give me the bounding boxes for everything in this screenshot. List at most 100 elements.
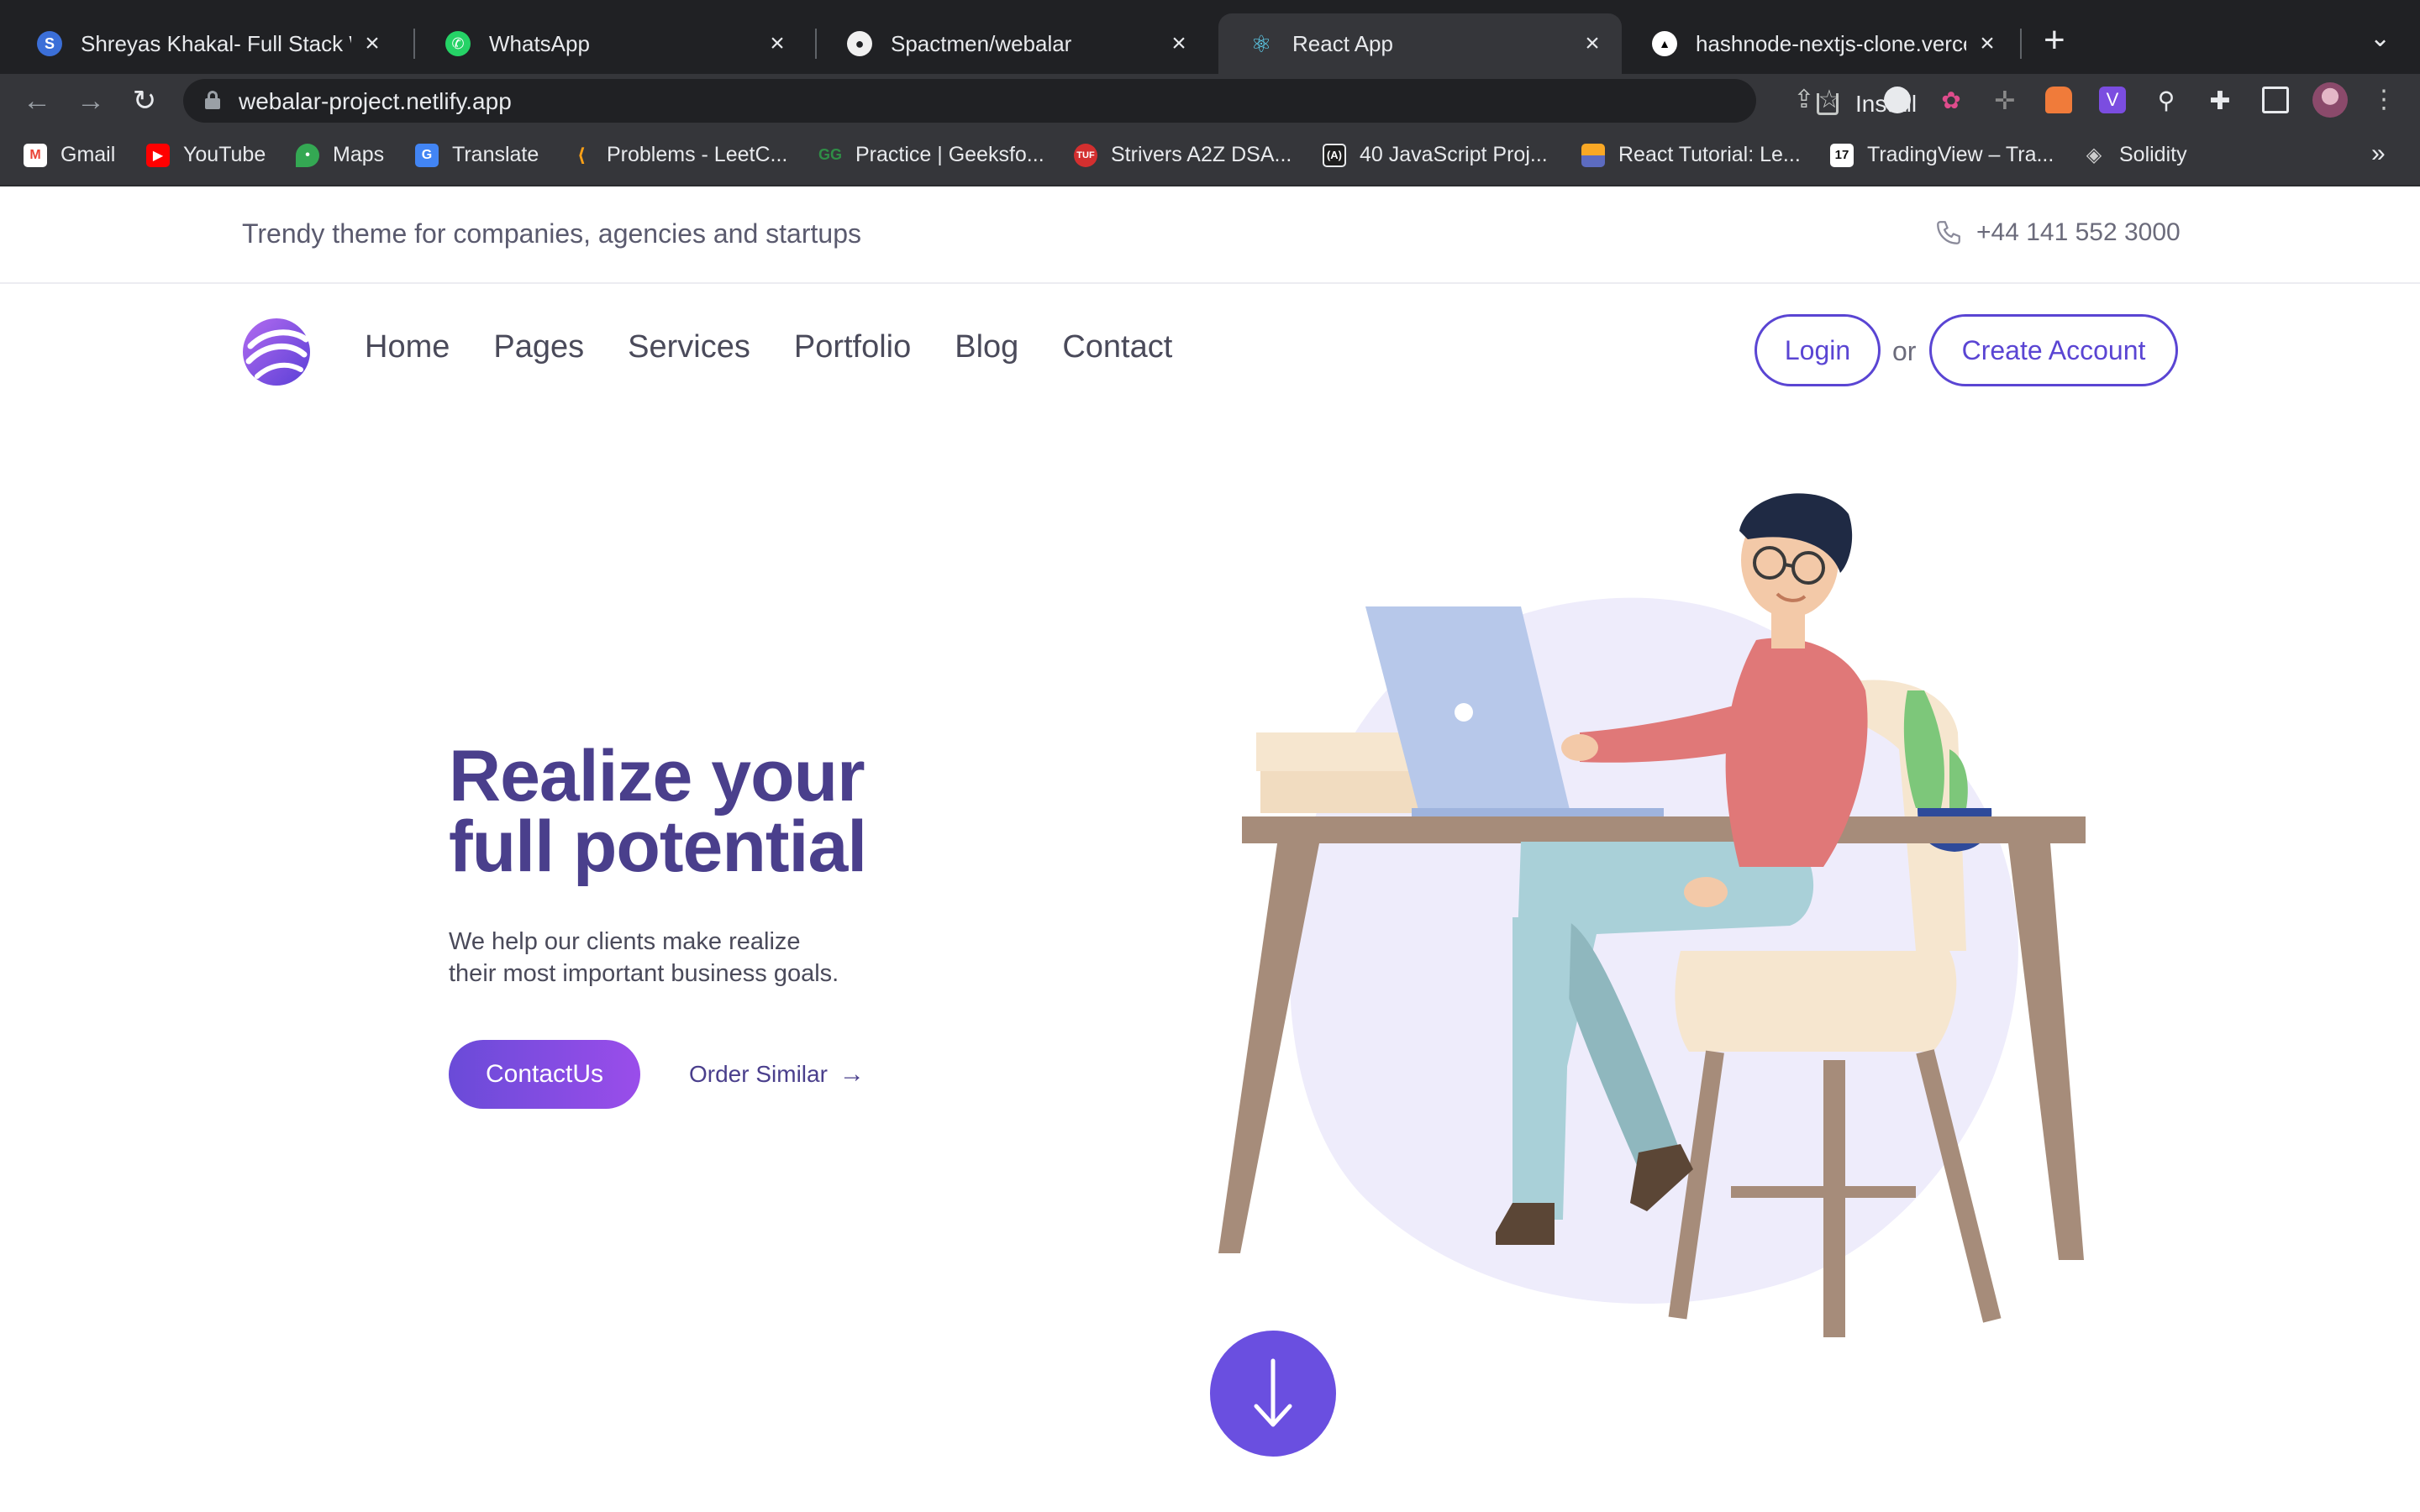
bookmark-tradingview[interactable]: 17 TradingView – Tra... xyxy=(1830,143,2054,167)
phone-contact[interactable]: +44 141 552 3000 xyxy=(1934,218,2181,247)
nav-pages[interactable]: Pages xyxy=(493,329,584,365)
bookmark-javascript-projects[interactable]: (A) 40 JavaScript Proj... xyxy=(1323,143,1548,167)
extension-cross-icon[interactable]: ✛ xyxy=(1991,87,2018,115)
translate-icon: G xyxy=(415,143,439,167)
scroll-down-button[interactable] xyxy=(1210,1331,1336,1457)
nav-home[interactable]: Home xyxy=(365,329,450,365)
phone-number: +44 141 552 3000 xyxy=(1976,218,2181,246)
address-bar[interactable]: webalar-project.netlify.app Install ⇪ xyxy=(183,79,1917,123)
bookmark-react-tutorial[interactable]: React Tutorial: Le... xyxy=(1581,143,1801,167)
tuf-icon: TUF xyxy=(1074,143,1097,167)
browser-tab-strip: S Shreyas Khakal- Full Stack Web × ✆ Wha… xyxy=(0,0,2420,74)
webpage: Trendy theme for companies, agencies and… xyxy=(0,186,2420,1512)
bookmark-maps[interactable]: • Maps xyxy=(296,143,384,167)
site-tagline: Trendy theme for companies, agencies and… xyxy=(242,218,861,249)
bookmark-label: YouTube xyxy=(183,143,266,166)
site-topbar: Trendy theme for companies, agencies and… xyxy=(0,186,2420,284)
tab-title: hashnode-nextjs-clone.vercel.a xyxy=(1696,30,1966,56)
phone-icon xyxy=(1937,221,1960,244)
bookmark-label: Problems - LeetC... xyxy=(607,143,788,166)
bookmark-youtube[interactable]: ▶ YouTube xyxy=(146,143,266,167)
tab-github[interactable]: ● Spactmen/webalar × xyxy=(817,13,1208,74)
site-logo[interactable] xyxy=(242,318,311,391)
hero-title-line: Realize your xyxy=(449,736,865,816)
bookmark-label: Translate xyxy=(452,143,539,166)
tab-whatsapp[interactable]: ✆ WhatsApp × xyxy=(415,13,807,74)
solidity-icon: ◈ xyxy=(2086,144,2102,166)
arrow-right-icon: → xyxy=(839,1060,865,1088)
gmail-icon: M xyxy=(24,143,47,167)
bookmark-label: Practice | Geeksfo... xyxy=(855,143,1044,166)
new-tab-button[interactable]: + xyxy=(2044,22,2065,59)
more-bookmarks-chevron-icon[interactable]: » xyxy=(2371,139,2386,168)
tab-title: WhatsApp xyxy=(489,30,590,56)
person-hand xyxy=(1561,734,1598,761)
nav-blog[interactable]: Blog xyxy=(955,329,1018,365)
create-account-button[interactable]: Create Account xyxy=(1929,314,2178,386)
tab-portfolio[interactable]: S Shreyas Khakal- Full Stack Web × xyxy=(7,13,402,74)
nav-services[interactable]: Services xyxy=(628,329,750,365)
share-icon[interactable]: ⇪ xyxy=(1790,86,1818,114)
desk-leg xyxy=(2008,843,2084,1260)
bookmark-label: Solidity xyxy=(2119,143,2187,166)
order-similar-link[interactable]: Order Similar → xyxy=(689,1060,865,1089)
nav-contact[interactable]: Contact xyxy=(1062,329,1172,365)
leetcode-icon: ⟨ xyxy=(576,144,587,165)
bookmark-gmail[interactable]: M Gmail xyxy=(24,143,115,167)
forward-arrow-icon[interactable]: → xyxy=(72,82,109,119)
react-icon: ⚛ xyxy=(1250,30,1272,57)
youtube-icon: ▶ xyxy=(146,143,170,167)
tab-separator xyxy=(2020,29,2022,59)
url-text[interactable]: webalar-project.netlify.app xyxy=(239,88,512,115)
arrow-down-icon xyxy=(1254,1358,1292,1427)
tab-title: Spactmen/webalar xyxy=(891,30,1072,56)
tab-react-app[interactable]: ⚛ React App × xyxy=(1218,13,1622,74)
extensions-puzzle-icon[interactable]: ✚ xyxy=(2207,87,2233,115)
vercel-icon: ▲ xyxy=(1652,31,1677,56)
geeksforgeeks-icon: GG xyxy=(818,146,843,163)
close-icon[interactable]: × xyxy=(1975,29,2000,58)
tab-search-chevron-icon[interactable]: ⌄ xyxy=(2370,24,2391,53)
extension-v-icon[interactable]: V xyxy=(2099,87,2126,113)
bookmark-label: TradingView – Tra... xyxy=(1867,143,2054,166)
hero-subtitle: We help our clients make realize their m… xyxy=(449,926,886,990)
close-icon[interactable]: × xyxy=(1580,29,1605,58)
tab-hashnode[interactable]: ▲ hashnode-nextjs-clone.vercel.a × xyxy=(1622,13,2017,74)
plant-leaf xyxy=(1949,749,1968,808)
extension-flower-icon[interactable]: ✿ xyxy=(1938,87,1965,113)
reload-icon[interactable]: ↻ xyxy=(126,82,163,119)
nav-portfolio[interactable]: Portfolio xyxy=(794,329,911,365)
bookmark-translate[interactable]: G Translate xyxy=(415,143,539,167)
desk-top xyxy=(1242,816,2086,843)
close-icon[interactable]: × xyxy=(765,29,790,58)
javascript-icon: (A) xyxy=(1323,143,1346,167)
bookmark-star-icon[interactable]: ☆ xyxy=(1815,86,1844,114)
react-tutorial-icon xyxy=(1581,143,1605,167)
login-button[interactable]: Login xyxy=(1754,314,1881,386)
chair-seat xyxy=(1675,951,1957,1052)
tab-title: Shreyas Khakal- Full Stack Web xyxy=(81,30,351,56)
extension-magnifier-icon[interactable]: ⚲ xyxy=(2153,87,2180,113)
browser-menu-icon[interactable]: ⋮ xyxy=(2370,86,2398,114)
close-icon[interactable]: × xyxy=(1166,29,1192,58)
side-panel-icon[interactable] xyxy=(2262,87,2289,113)
bookmark-solidity[interactable]: ◈ Solidity xyxy=(2082,143,2187,167)
close-icon[interactable]: × xyxy=(360,29,385,58)
profile-avatar[interactable] xyxy=(2312,82,2348,118)
back-arrow-icon[interactable]: ← xyxy=(18,82,55,119)
bookmark-strivers[interactable]: TUF Strivers A2Z DSA... xyxy=(1074,143,1292,167)
browser-toolbar: ← → ↻ webalar-project.netlify.app Instal… xyxy=(0,74,2420,128)
bookmark-geeksforgeeks[interactable]: GG Practice | Geeksfo... xyxy=(818,143,1044,167)
bookmark-leetcode[interactable]: ⟨ Problems - LeetC... xyxy=(570,143,787,167)
glasses-bridge xyxy=(1784,563,1794,568)
hero-title: Realize your full potential xyxy=(449,740,867,883)
chair-leg xyxy=(1823,1060,1845,1337)
contact-us-button[interactable]: ContactUs xyxy=(449,1040,640,1109)
bookmarks-bar: M Gmail ▶ YouTube • Maps G Translate ⟨ P… xyxy=(0,128,2420,186)
extension-globe-icon[interactable] xyxy=(1884,87,1911,113)
github-icon: ● xyxy=(847,31,872,56)
person-hand xyxy=(1684,877,1728,907)
extension-character-icon[interactable] xyxy=(2045,87,2072,113)
chair-rail xyxy=(1731,1186,1916,1198)
whatsapp-icon: ✆ xyxy=(445,31,471,56)
